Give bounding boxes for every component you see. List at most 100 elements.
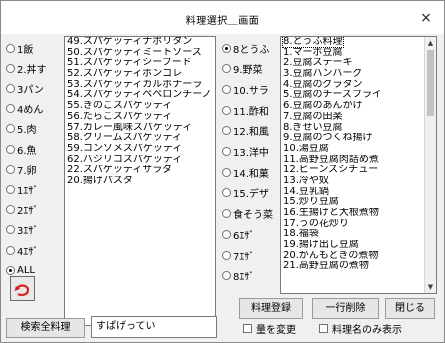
list-item[interactable]: 3.豆腐ハンバーグ bbox=[281, 69, 436, 80]
close-icon[interactable]: × bbox=[414, 7, 438, 29]
list-item[interactable]: 19.揚げ出し豆腐 bbox=[281, 240, 436, 251]
category-right-radio-6[interactable]: 14.和菓 bbox=[222, 163, 269, 181]
category-right-radio-4[interactable]: 12.和風 bbox=[222, 122, 269, 140]
radio-button[interactable] bbox=[6, 83, 15, 93]
vertical-scrollbar[interactable]: ▲ ▼ bbox=[424, 37, 436, 293]
list-item[interactable]: 17.うの花炒り bbox=[281, 219, 436, 230]
list-item[interactable]: 7.豆腐の田楽 bbox=[281, 112, 436, 123]
radio-button[interactable] bbox=[6, 184, 15, 194]
radio-button[interactable] bbox=[6, 104, 15, 114]
category-right-radio-5[interactable]: 13.洋中 bbox=[222, 143, 269, 161]
search-all-button[interactable]: 検索全料理 bbox=[6, 318, 85, 338]
category-right-radio-8[interactable]: 食そう菜 bbox=[222, 205, 273, 223]
category-right-radio-7[interactable]: 15.デザ bbox=[222, 184, 269, 202]
radio-button[interactable] bbox=[6, 245, 15, 255]
list-item[interactable]: 11.高野豆腐肉詰め煮 bbox=[281, 155, 436, 166]
scroll-up-icon[interactable]: ▲ bbox=[425, 37, 436, 49]
list-item[interactable]: 49.スパゲッティナポリタン bbox=[65, 37, 215, 48]
list-item[interactable]: 52.スパゲッティボンゴレ bbox=[65, 69, 215, 80]
radio-button[interactable] bbox=[222, 147, 231, 156]
list-item[interactable]: 4.豆腐のグラタン bbox=[281, 80, 436, 91]
list-item[interactable]: 10.湯豆腐 bbox=[281, 144, 436, 155]
category-left-radio-4[interactable]: 5.肉 bbox=[6, 120, 37, 138]
dish-list-left[interactable]: 49.スパゲッティナポリタン 50.スパゲッティミートソース 51.スパゲッティシー… bbox=[64, 36, 216, 326]
list-item[interactable]: 53.スパゲッティカルボナーラ bbox=[65, 80, 215, 91]
scroll-down-icon[interactable]: ▼ bbox=[425, 281, 436, 293]
scroll-thumb[interactable] bbox=[427, 50, 434, 116]
list-item[interactable]: 15.炒り豆腐 bbox=[281, 197, 436, 208]
category-right-radio-0[interactable]: 8とうふ bbox=[222, 39, 269, 57]
list-item[interactable]: 18.福袋 bbox=[281, 229, 436, 240]
list-item[interactable]: 56.たらこスパゲッティ bbox=[65, 112, 215, 123]
change-amount-checkbox[interactable]: 量を変更 bbox=[243, 321, 296, 336]
list-item[interactable]: 21.高野豆腐の煮物 bbox=[281, 261, 436, 272]
radio-button[interactable] bbox=[222, 43, 231, 53]
radio-button[interactable] bbox=[6, 124, 15, 134]
names-only-checkbox[interactable]: 料理名のみ表示 bbox=[319, 321, 402, 336]
list-item[interactable]: 59.コンソメスパゲッティ bbox=[65, 144, 215, 155]
list-item[interactable]: 51.スパゲッティシーフード bbox=[65, 58, 215, 69]
list-item[interactable]: 16.生揚げと大根煮物 bbox=[281, 208, 436, 219]
category-right-radio-1[interactable]: 9.野菜 bbox=[222, 60, 263, 78]
list-item[interactable]: 8.ぎせい豆腐 bbox=[281, 123, 436, 134]
list-item[interactable]: 2.豆腐ステーキ bbox=[281, 58, 436, 69]
radio-button[interactable] bbox=[222, 105, 231, 115]
category-left-radio-9[interactable]: 3ｴｻﾞ bbox=[6, 221, 38, 239]
category-right-radio-11[interactable]: 8ｴｻﾞ bbox=[222, 267, 254, 285]
close-button[interactable]: 閉じる bbox=[385, 298, 435, 319]
category-left-radio-0[interactable]: 1飯 bbox=[6, 39, 33, 57]
category-right-radio-9[interactable]: 6ｴｻﾞ bbox=[222, 225, 254, 243]
radio-button[interactable] bbox=[6, 43, 15, 53]
list-item[interactable]: 9.豆腐のつくね揚げ bbox=[281, 133, 436, 144]
list-item[interactable]: 5.豆腐のチーズフライ bbox=[281, 90, 436, 101]
radio-button[interactable] bbox=[6, 265, 15, 275]
list-item[interactable]: 62.バジリコスパゲッティ bbox=[65, 155, 215, 166]
category-right-radio-2[interactable]: 10.サラ bbox=[222, 80, 269, 98]
list-item[interactable]: 13.冷や奴 bbox=[281, 176, 436, 187]
radio-button[interactable] bbox=[222, 250, 231, 260]
undo-button[interactable] bbox=[10, 276, 35, 301]
category-left-radio-2[interactable]: 3パン bbox=[6, 79, 44, 97]
list-item[interactable]: 6.豆腐のあんかけ bbox=[281, 101, 436, 112]
list-item[interactable]: 58.クリームスパゲッティ bbox=[65, 133, 215, 144]
category-left-radio-6[interactable]: 7.卵 bbox=[6, 160, 37, 178]
list-item[interactable]: 1.マーボ豆腐 bbox=[281, 48, 436, 59]
radio-button[interactable] bbox=[6, 225, 15, 235]
radio-button[interactable] bbox=[222, 271, 231, 281]
category-left-radio-1[interactable]: 2.丼す bbox=[6, 59, 47, 77]
radio-button[interactable] bbox=[222, 209, 231, 219]
checkbox-box[interactable] bbox=[319, 323, 328, 333]
list-item[interactable]: 12.ビーンズシチュー bbox=[281, 165, 436, 176]
dish-list-right[interactable]: 8.とうふ料理 1.マーボ豆腐 2.豆腐ステーキ 3.豆腐ハンバーグ 4.豆腐のグラタン… bbox=[280, 36, 437, 294]
category-left-radio-7[interactable]: 1ｴｻﾞ bbox=[6, 180, 38, 198]
list-item[interactable]: 8.とうふ料理 bbox=[281, 37, 436, 48]
list-item[interactable]: 55.きのこスパゲッティ bbox=[65, 101, 215, 112]
radio-button[interactable] bbox=[222, 126, 231, 136]
list-item[interactable]: 50.スパゲッティミートソース bbox=[65, 48, 215, 59]
list-item[interactable]: 20.揚げパスタ bbox=[65, 176, 215, 187]
delete-line-button[interactable]: 一行削除 bbox=[312, 298, 379, 319]
search-input[interactable]: すぱげってい bbox=[91, 316, 217, 338]
category-left-radio-5[interactable]: 6.魚 bbox=[6, 140, 37, 158]
radio-button[interactable] bbox=[222, 229, 231, 239]
list-item[interactable]: 20.がんもどきの煮物 bbox=[281, 251, 436, 262]
radio-button[interactable] bbox=[222, 188, 231, 198]
register-dish-button[interactable]: 料理登録 bbox=[239, 298, 303, 319]
radio-button[interactable] bbox=[6, 205, 15, 215]
radio-button[interactable] bbox=[222, 64, 231, 74]
radio-button[interactable] bbox=[222, 84, 231, 94]
list-item[interactable]: 22.スパゲッティサラダ bbox=[65, 165, 215, 176]
radio-button[interactable] bbox=[6, 63, 15, 73]
radio-button[interactable] bbox=[222, 167, 231, 177]
category-left-radio-8[interactable]: 2ｴｻﾞ bbox=[6, 201, 38, 219]
checkbox-box[interactable] bbox=[243, 323, 252, 333]
radio-button[interactable] bbox=[6, 164, 15, 174]
category-left-radio-10[interactable]: 4ｴｻﾞ bbox=[6, 241, 38, 259]
list-item[interactable]: 54.スパゲッティペペロンチーノ bbox=[65, 90, 215, 101]
category-right-radio-10[interactable]: 7ｴｻﾞ bbox=[222, 246, 254, 264]
category-left-radio-3[interactable]: 4めん bbox=[6, 100, 43, 118]
list-item[interactable]: 14.豆乳鍋 bbox=[281, 187, 436, 198]
radio-button[interactable] bbox=[6, 144, 15, 154]
list-item[interactable]: 57.カレー風味スパゲッティ bbox=[65, 123, 215, 134]
category-right-radio-3[interactable]: 11.酢和 bbox=[222, 101, 269, 119]
